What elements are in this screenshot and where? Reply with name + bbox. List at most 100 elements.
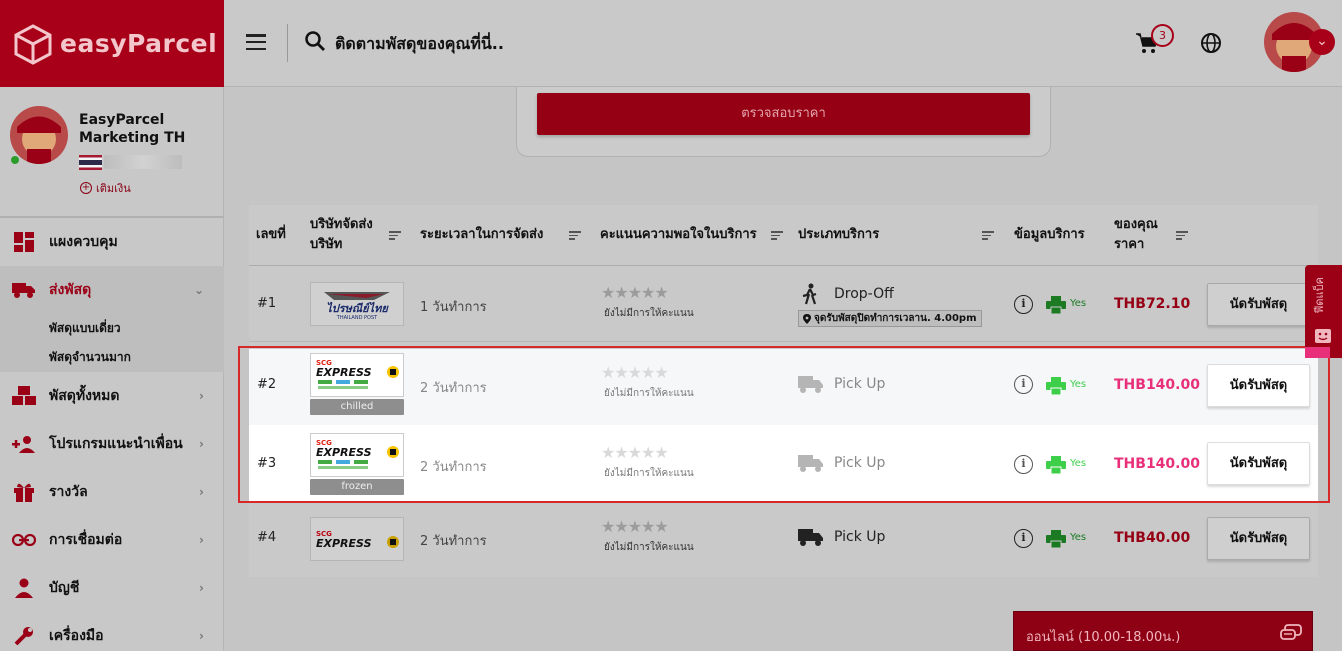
print-available-label: Yes bbox=[1070, 298, 1087, 309]
profile-name: EasyParcel Marketing TH bbox=[79, 112, 186, 146]
plus-circle-icon: + bbox=[80, 182, 92, 194]
schedule-pickup-button[interactable]: นัดรับพัสดุ bbox=[1207, 442, 1310, 485]
feedback-label: ฟีดแบ็ค bbox=[1313, 277, 1326, 314]
check-price-button[interactable]: ตรวจสอบราคา bbox=[537, 93, 1030, 135]
info-icon[interactable]: i bbox=[1014, 295, 1033, 314]
svg-text:EXPRESS: EXPRESS bbox=[316, 537, 372, 550]
gift-icon bbox=[12, 480, 36, 504]
col-duration[interactable]: ระยะเวลาในการจัดส่ง bbox=[420, 225, 543, 245]
schedule-pickup-button[interactable]: นัดรับพัสดุ bbox=[1207, 283, 1310, 326]
chevron-down-icon: ⌄ bbox=[193, 283, 204, 297]
row-number: #3 bbox=[257, 456, 277, 471]
masked-account-id bbox=[104, 155, 182, 169]
search-icon[interactable] bbox=[304, 30, 326, 52]
sidebar-item-label: การเชื่อมต่อ bbox=[49, 532, 123, 548]
rating-stars: ★★★★★ bbox=[601, 517, 669, 536]
info-icon[interactable]: i bbox=[1014, 529, 1033, 548]
sidebar-item-send-parcel[interactable]: ส่งพัสดุ ⌄ bbox=[0, 266, 224, 314]
sidebar-item-label: บัญชี bbox=[49, 580, 80, 596]
svg-text:EXPRESS: EXPRESS bbox=[316, 366, 372, 379]
cart-count-badge: 3 bbox=[1151, 24, 1174, 47]
wrench-icon bbox=[12, 624, 36, 648]
rating-stars: ★★★★★ bbox=[601, 283, 669, 302]
feedback-tab[interactable]: ฟีดแบ็ค bbox=[1305, 265, 1342, 358]
sidebar-subitem-single[interactable]: พัสดุแบบเดี่ยว bbox=[0, 314, 224, 343]
col-service-info: ข้อมูลบริการ bbox=[1014, 227, 1085, 242]
delivery-duration: 2 วันทำการ bbox=[420, 460, 487, 475]
print-available-label: Yes bbox=[1070, 532, 1087, 543]
svg-text:THAILAND POST: THAILAND POST bbox=[336, 315, 378, 321]
dropoff-cutoff-note: จุดรับพัสดุปิดทำการเวลาน. 4.00pm bbox=[798, 310, 982, 327]
boxes-icon bbox=[12, 384, 36, 408]
sidebar-group-send: ส่งพัสดุ ⌄ พัสดุแบบเดี่ยว พัสดุจำนวนมาก bbox=[0, 266, 224, 372]
table-row: #2 SCG EXPRESS chilled 2 วันทำการ ★★★★★ ย… bbox=[249, 349, 1318, 425]
sort-icon[interactable] bbox=[982, 231, 994, 240]
chevron-down-icon[interactable]: ⌄ bbox=[1309, 29, 1335, 55]
sidebar-menu: แผงควบคุม ส่งพัสดุ ⌄ พัสดุแบบเดี่ยว พัสด… bbox=[0, 218, 224, 651]
online-chat-bar[interactable]: ออนไลน์ (10.00-18.00น.) bbox=[1013, 611, 1313, 651]
sidebar-item-label: พัสดุทั้งหมด bbox=[49, 388, 120, 404]
search-input[interactable]: ติดตามพัสดุของคุณที่นี่.. bbox=[335, 32, 504, 57]
price-value: THB140.00 bbox=[1114, 456, 1200, 472]
add-user-icon bbox=[12, 432, 36, 456]
sort-icon[interactable] bbox=[771, 231, 783, 240]
feedback-accent bbox=[1305, 347, 1330, 358]
globe-icon[interactable] bbox=[1200, 32, 1222, 54]
price-value: THB72.10 bbox=[1114, 296, 1191, 312]
sidebar-item-all-parcels[interactable]: พัสดุทั้งหมด › bbox=[0, 372, 224, 420]
brand-logo[interactable]: easyParcel bbox=[0, 0, 224, 87]
sidebar-item-tools[interactable]: เครื่องมือ › bbox=[0, 612, 224, 651]
sidebar-item-dashboard[interactable]: แผงควบคุม bbox=[0, 218, 224, 266]
price-value: THB40.00 bbox=[1114, 530, 1191, 546]
print-available-label: Yes bbox=[1070, 458, 1087, 469]
menu-toggle-icon[interactable] bbox=[246, 34, 266, 50]
col-carrier-line1: บริษัทจัดส่ง bbox=[310, 217, 373, 232]
service-type-label: Pick Up bbox=[834, 529, 886, 545]
scg-express-logo: SCG EXPRESS bbox=[310, 353, 404, 397]
rating-text: ยังไม่มีการให้คะแนน bbox=[604, 308, 694, 319]
info-icon[interactable]: i bbox=[1014, 455, 1033, 474]
chevron-right-icon: › bbox=[199, 437, 204, 451]
topup-link[interactable]: + เติมเงิน bbox=[80, 179, 131, 197]
sidebar-item-account[interactable]: บัญชี › bbox=[0, 564, 224, 612]
col-carrier[interactable]: บริษัทจัดส่ง บริษัท bbox=[310, 215, 373, 255]
info-icon[interactable]: i bbox=[1014, 375, 1033, 394]
sort-icon[interactable] bbox=[389, 231, 401, 240]
truck-icon bbox=[798, 529, 823, 546]
schedule-pickup-button[interactable]: นัดรับพัสดุ bbox=[1207, 364, 1310, 407]
location-pin-icon bbox=[803, 313, 811, 324]
col-rating[interactable]: คะแนนความพอใจในบริการ bbox=[600, 225, 757, 245]
online-status-dot bbox=[10, 155, 20, 165]
link-icon bbox=[12, 528, 36, 552]
sidebar-item-rewards[interactable]: รางวัล › bbox=[0, 468, 224, 516]
col-service-type[interactable]: ประเภทบริการ bbox=[798, 225, 879, 245]
service-type-label: Drop-Off bbox=[834, 286, 894, 302]
sidebar-item-integrations[interactable]: การเชื่อมต่อ › bbox=[0, 516, 224, 564]
sidebar-subitem-bulk[interactable]: พัสดุจำนวนมาก bbox=[0, 343, 224, 372]
chevron-right-icon: › bbox=[199, 533, 204, 547]
schedule-pickup-button[interactable]: นัดรับพัสดุ bbox=[1207, 517, 1310, 560]
sort-icon[interactable] bbox=[569, 231, 581, 240]
price-value: THB140.00 bbox=[1114, 377, 1200, 393]
courier-results-table: เลขที่ บริษัทจัดส่ง บริษัท ระยะเวลาในการ… bbox=[249, 205, 1318, 577]
sidebar-item-label: โปรแกรมแนะนำเพื่อน bbox=[49, 436, 183, 452]
chevron-right-icon: › bbox=[199, 629, 204, 643]
chat-bubbles-icon bbox=[1280, 624, 1302, 640]
sidebar-item-referral[interactable]: โปรแกรมแนะนำเพื่อน › bbox=[0, 420, 224, 468]
printer-icon bbox=[1046, 296, 1066, 314]
sort-icon[interactable] bbox=[1176, 231, 1188, 240]
col-price[interactable]: ของคุณ ราคา bbox=[1114, 215, 1158, 255]
rating-stars: ★★★★★ bbox=[601, 443, 669, 462]
table-header: เลขที่ บริษัทจัดส่ง บริษัท ระยะเวลาในการ… bbox=[249, 205, 1318, 266]
chevron-right-icon: › bbox=[199, 389, 204, 403]
truck-icon bbox=[12, 278, 36, 302]
top-bar: ติดตามพัสดุของคุณที่นี่.. 3 ⌄ bbox=[224, 0, 1342, 87]
printer-icon bbox=[1046, 377, 1066, 395]
dashboard-icon bbox=[12, 230, 36, 254]
thailand-post-logo: ไปรษณีย์ไทย THAILAND POST bbox=[310, 282, 404, 326]
table-row: #4 SCG EXPRESS 2 วันทำการ ★★★★★ ยังไม่มีก… bbox=[249, 502, 1318, 577]
printer-icon bbox=[1046, 530, 1066, 548]
row-number: #1 bbox=[257, 296, 277, 311]
rating-stars: ★★★★★ bbox=[601, 363, 669, 382]
cube-logo-icon bbox=[14, 23, 52, 65]
